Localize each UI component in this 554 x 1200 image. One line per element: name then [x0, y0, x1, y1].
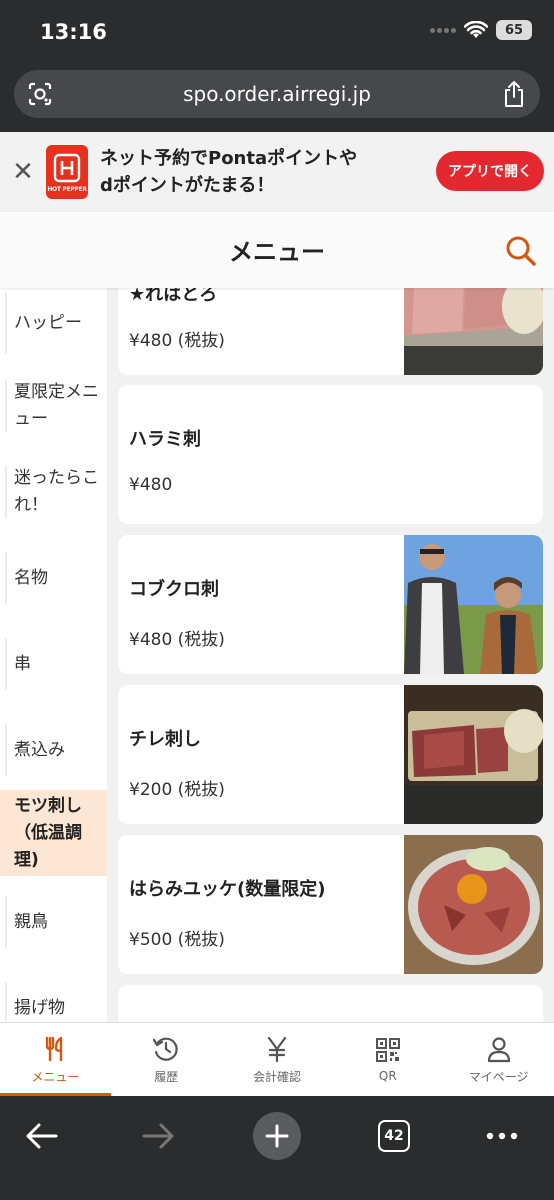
menu-item-card[interactable]: コブクロ刺 ¥480 (税抜) — [118, 535, 543, 674]
page-title: メニュー — [229, 238, 325, 266]
category-label: 揚げ物 — [14, 997, 65, 1018]
hotpepper-caption: HOT PEPPER — [47, 185, 87, 193]
menu-item-price: ¥480 — [129, 475, 173, 495]
menu-item-price: ¥480 (税抜) — [129, 630, 225, 650]
menu-item-card[interactable]: ★れはとろ ¥480 (税抜) — [118, 288, 543, 375]
menu-item-card[interactable] — [118, 985, 543, 1022]
yukhoe-photo — [404, 835, 543, 974]
banner-line-1: ネット予約でPontaポイントや — [100, 148, 358, 169]
sliced-meat-photo — [404, 685, 543, 824]
search-icon — [506, 236, 536, 266]
category-item[interactable]: 煮込み — [0, 720, 107, 780]
category-item[interactable]: 迷ったらこれ！ — [0, 462, 107, 522]
fork-knife-icon — [46, 1036, 63, 1061]
new-tab-button[interactable] — [249, 1108, 305, 1164]
page-header: メニュー — [0, 212, 554, 288]
yen-icon — [267, 1036, 287, 1062]
arrow-left-icon — [26, 1123, 58, 1149]
category-sidebar[interactable]: ハッピー 夏限定メニュー 迷ったらこれ！ 名物 串 煮込み モツ刺し（低温調理)… — [0, 288, 107, 1022]
menu-item-name: ★れはとろ — [129, 288, 218, 305]
qr-icon — [375, 1038, 400, 1062]
category-label: ハッピー — [14, 312, 82, 333]
status-icons: 65 — [430, 20, 532, 40]
menu-item-card[interactable]: はらみユッケ(数量限定) ¥500 (税抜) — [118, 835, 543, 974]
tab-label: 履歴 — [154, 1069, 179, 1084]
tab-label: メニュー — [31, 1069, 80, 1084]
category-item[interactable]: ハッピー — [0, 288, 107, 358]
browser-top-bar: 13:16 65 spo.order.airregi.jp — [0, 0, 554, 132]
tab-qr[interactable]: QR — [332, 1023, 443, 1096]
banner-close-button[interactable]: ✕ — [0, 157, 46, 187]
menu-content: ハッピー 夏限定メニュー 迷ったらこれ！ 名物 串 煮込み モツ刺し（低温調理)… — [0, 288, 554, 1022]
menu-item-price: ¥480 (税抜) — [129, 331, 225, 351]
arrow-right-icon — [142, 1123, 174, 1149]
plus-icon — [265, 1124, 289, 1148]
url-bar[interactable]: spo.order.airregi.jp — [14, 70, 540, 118]
tab-menu[interactable]: メニュー — [0, 1023, 111, 1096]
battery-icon: 65 — [496, 20, 532, 40]
tab-label: 会計確認 — [252, 1069, 301, 1084]
category-label: 串 — [14, 653, 31, 674]
category-label: 親鳥 — [14, 911, 48, 932]
open-app-button[interactable]: アプリで開く — [436, 151, 544, 191]
category-item[interactable]: 串 — [0, 634, 107, 694]
two-men-photo — [404, 535, 543, 674]
category-label: 名物 — [14, 567, 48, 588]
url-text: spo.order.airregi.jp — [183, 82, 371, 106]
person-icon — [487, 1036, 510, 1062]
tab-label: マイページ — [468, 1069, 529, 1084]
menu-item-price: ¥200 (税抜) — [129, 780, 225, 800]
menu-item-card[interactable]: ハラミ刺 ¥480 — [118, 385, 543, 524]
browser-bottom-bar: 42 — [0, 1096, 554, 1200]
more-icon — [486, 1132, 518, 1140]
bottom-tab-bar: メニュー 履歴 会計確認 QR マイページ — [0, 1022, 554, 1096]
tab-billing[interactable]: 会計確認 — [222, 1023, 333, 1096]
history-icon — [153, 1037, 178, 1061]
menu-item-name: はらみユッケ(数量限定) — [129, 879, 326, 900]
category-item[interactable]: 親鳥 — [0, 892, 107, 952]
menu-item-name: チレ刺し — [129, 729, 201, 750]
category-item[interactable]: 夏限定メニュー — [0, 376, 107, 436]
tabs-button[interactable]: 42 — [366, 1108, 422, 1164]
category-item-active[interactable]: モツ刺し（低温調理) — [0, 790, 107, 876]
tab-mypage[interactable]: マイページ — [443, 1023, 554, 1096]
tab-history[interactable]: 履歴 — [111, 1023, 222, 1096]
category-item[interactable]: 名物 — [0, 548, 107, 608]
banner-line-2: dポイントがたまる！ — [100, 175, 275, 196]
more-button[interactable] — [474, 1108, 530, 1164]
tab-label: QR — [378, 1069, 397, 1083]
hotpepper-logo: HOT PEPPER — [46, 145, 88, 199]
hotpepper-logo-icon — [53, 153, 81, 182]
banner-message: ネット予約でPontaポイントや dポイントがたまる！ — [100, 145, 380, 199]
status-time: 13:16 — [40, 20, 107, 44]
app-banner: ✕ HOT PEPPER ネット予約でPontaポイントや dポイントがたまる！… — [0, 132, 554, 212]
category-label: 夏限定メニュー — [14, 382, 99, 429]
forward-button[interactable] — [130, 1108, 186, 1164]
menu-item-price: ¥500 (税抜) — [129, 930, 225, 950]
back-button[interactable] — [14, 1108, 70, 1164]
category-label: モツ刺し（低温調理) — [14, 795, 82, 870]
lens-icon[interactable] — [14, 70, 66, 118]
signal-icon — [430, 27, 456, 33]
category-label: 煮込み — [14, 739, 65, 760]
category-item[interactable]: 揚げ物 — [0, 978, 107, 1022]
tab-count: 42 — [378, 1120, 410, 1152]
category-label: 迷ったらこれ！ — [14, 468, 99, 515]
share-icon[interactable] — [488, 70, 540, 118]
menu-item-name: コブクロ刺 — [129, 579, 219, 600]
wifi-icon — [464, 21, 488, 38]
sliced-liver-photo — [404, 288, 543, 375]
menu-item-card[interactable]: チレ刺し ¥200 (税抜) — [118, 685, 543, 824]
menu-item-name: ハラミ刺 — [129, 429, 201, 450]
search-button[interactable] — [504, 234, 538, 268]
